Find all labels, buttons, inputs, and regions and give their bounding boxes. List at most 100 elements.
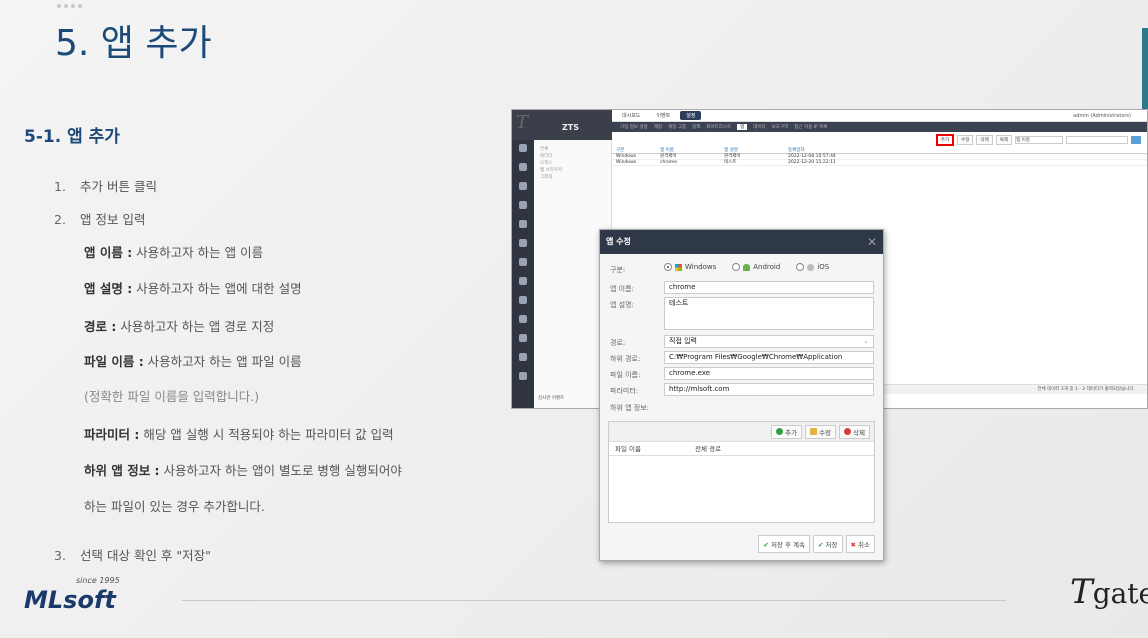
search-field-select[interactable]: 앱 이름 [1015, 136, 1063, 144]
app-name-input[interactable]: chrome [664, 281, 874, 294]
search-input[interactable] [1066, 136, 1128, 144]
android-icon [743, 263, 751, 271]
file-name-input[interactable]: chrome.exe [664, 367, 874, 380]
app-topbar: 대시보드 이벤트 설정 admin (Administrators) [612, 110, 1147, 122]
os-radio-group: Windows Android iOS [664, 263, 829, 271]
decor-dots [57, 4, 82, 8]
sub-app-header: 파일 이름 전체 경로 [609, 442, 874, 456]
close-icon[interactable]: ✕ [867, 230, 877, 254]
check-icon: ✔ [763, 541, 769, 549]
cancel-button[interactable]: ✖ 취소 [845, 535, 875, 553]
nav-icon[interactable] [519, 353, 527, 361]
save-button[interactable]: ✔ 저장 [813, 535, 843, 553]
chevron-down-icon: ⌄ [863, 337, 869, 345]
param-label: 파라미터: [610, 387, 639, 395]
detail-sub-app: 하위 앱 정보 : 사용하고자 하는 앱이 별도로 병행 실행되어야 [84, 463, 402, 478]
nav-icon[interactable] [519, 372, 527, 380]
step-2: 2. 앱 정보 입력 [54, 212, 146, 227]
detail-app-name: 앱 이름 : 사용하고자 하는 앱 이름 [84, 245, 264, 260]
add-icon [776, 428, 784, 435]
save-continue-button[interactable]: ✔ 저장 후 계속 [758, 535, 810, 553]
tgate-logo: Tgate [1070, 572, 1148, 612]
edit-icon [810, 428, 818, 435]
menu-whitelist[interactable]: 화이트리스트 [706, 124, 731, 130]
dialog-footer: ✔ 저장 후 계속 ✔ 저장 ✖ 취소 [758, 535, 875, 553]
table-row[interactable]: Windows chrome 테스트 2022-12-20 15:22:11 [612, 160, 1147, 166]
nav-icon[interactable] [519, 201, 527, 209]
subpath-label: 하위 경로: [610, 355, 641, 363]
accent-bar [1142, 28, 1148, 112]
path-select[interactable]: 직접 입력 ⌄ [664, 335, 874, 348]
detail-sub-app-cont: 하는 파일이 있는 경우 추가합니다. [84, 499, 265, 514]
tab-dashboard[interactable]: 대시보드 [616, 111, 646, 120]
step-3: 3. 선택 대상 확인 후 "저장" [54, 548, 211, 563]
detail-path: 경로 : 사용하고자 하는 앱 경로 지정 [84, 319, 275, 334]
subapp-label: 하위 앱 정보: [610, 404, 650, 412]
sub-app-toolbar: 추가 수정 삭제 [609, 422, 874, 442]
nav-icon[interactable] [519, 239, 527, 247]
menu-data[interactable]: 데이터 [753, 124, 765, 130]
detail-parameter: 파라미터 : 해당 앱 실행 시 적용되야 하는 파라미터 값 입력 [84, 427, 394, 442]
left-nav [512, 140, 534, 408]
tree-item[interactable]: 에디터 [540, 153, 605, 160]
detail-note: (정확한 파일 이름을 입력합니다.) [84, 389, 260, 404]
tree-item[interactable]: 그래픽 [540, 174, 605, 181]
nav-icon[interactable] [519, 220, 527, 228]
name-label: 앱 이름: [610, 285, 634, 293]
tree-bottom[interactable]: 감사관 이벤트 [538, 395, 564, 402]
subpath-input[interactable]: C:₩Program Files₩Google₩Chrome₩Applicati… [664, 351, 874, 364]
sub-app-panel: 추가 수정 삭제 파일 이름 전체 경로 [608, 421, 875, 523]
desc-label: 앱 설명: [610, 301, 634, 309]
add-button[interactable]: 추가 [935, 134, 955, 146]
nav-icon[interactable] [519, 182, 527, 190]
app-logo: T ZTS [512, 110, 612, 140]
delete-button[interactable]: 삭제 [976, 135, 993, 145]
tree-item[interactable]: 오피스 [540, 160, 605, 167]
sub-edit-button[interactable]: 수정 [805, 424, 837, 439]
radio-windows[interactable]: Windows [664, 263, 716, 271]
path-label: 경로: [610, 339, 626, 347]
nav-icon[interactable] [519, 258, 527, 266]
copy-button[interactable]: 복제 [995, 135, 1012, 145]
app-grid: 구분 앱 이름 앱 설명 등록일자 Windows 원격제어 원격제어 2022… [612, 148, 1147, 166]
parameter-input[interactable]: http://mlsoft.com [664, 383, 874, 396]
nav-icon[interactable] [519, 315, 527, 323]
search-icon[interactable] [1131, 136, 1141, 144]
tree-item[interactable]: 전체 [540, 146, 605, 153]
tree-item[interactable]: 웹 브라우저 [540, 167, 605, 174]
windows-icon [675, 263, 682, 271]
tab-settings[interactable]: 설정 [680, 111, 702, 120]
nav-icon[interactable] [519, 277, 527, 285]
delete-icon [844, 428, 852, 435]
nav-icon[interactable] [519, 144, 527, 152]
menu-company[interactable]: 기업 정보 설정 [620, 124, 648, 130]
menu-account-group[interactable]: 계정 그룹 [668, 124, 686, 130]
menu-allowed-ip[interactable]: 접근 허용 IP 목록 [794, 124, 827, 130]
file-label: 파일 이름: [610, 371, 641, 379]
app-desc-input[interactable]: 테스트 [664, 297, 874, 330]
section-heading: 5-1. 앱 추가 [24, 127, 120, 147]
edit-button[interactable]: 수정 [957, 135, 974, 145]
menu-protected-zone[interactable]: 보호구역 [772, 124, 789, 130]
edit-app-dialog: 앱 수정 ✕ 구분: Windows Android iOS 앱 이름: chr… [599, 229, 884, 561]
menu-app[interactable]: 앱 [737, 124, 748, 130]
nav-icon[interactable] [519, 296, 527, 304]
sub-add-button[interactable]: 추가 [771, 424, 803, 439]
dialog-title: 앱 수정 [606, 237, 631, 246]
type-label: 구분: [610, 266, 626, 274]
radio-android[interactable]: Android [732, 263, 780, 271]
menu-account[interactable]: 계정 [654, 124, 662, 130]
radio-ios[interactable]: iOS [796, 263, 829, 271]
step-1: 1. 추가 버튼 클릭 [54, 179, 157, 194]
nav-icon[interactable] [519, 163, 527, 171]
admin-user[interactable]: admin (Administrators) [1073, 113, 1131, 119]
nav-icon[interactable] [519, 334, 527, 342]
tab-events[interactable]: 이벤트 [650, 111, 676, 120]
dialog-header: 앱 수정 ✕ [600, 230, 883, 254]
tgate-mark: T [516, 112, 529, 133]
slide-title: 5. 앱 추가 [55, 23, 212, 64]
footer-divider [182, 600, 1006, 601]
detail-file-name: 파일 이름 : 사용하고자 하는 앱 파일 이름 [84, 354, 302, 369]
sub-delete-button[interactable]: 삭제 [839, 424, 870, 439]
menu-policy[interactable]: 정책 [692, 124, 700, 130]
